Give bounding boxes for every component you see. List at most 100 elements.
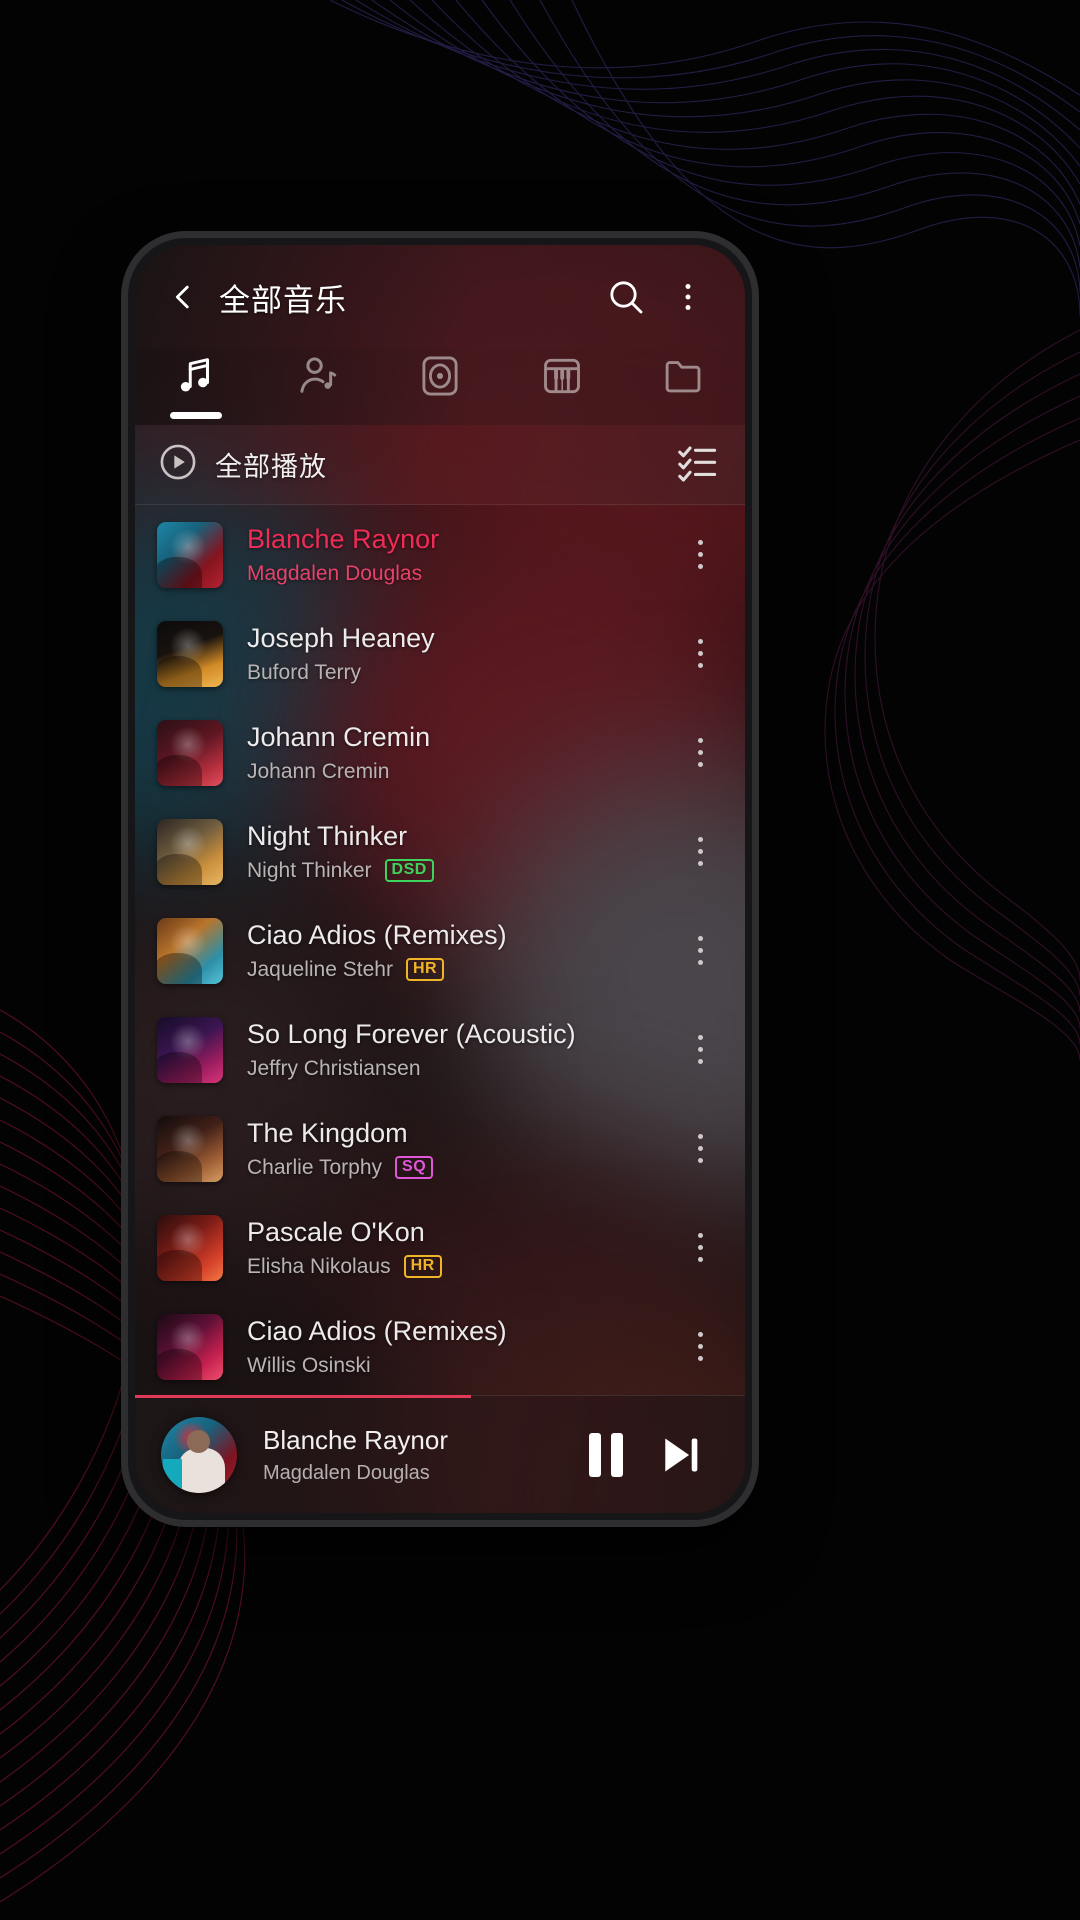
more-vertical-icon bbox=[697, 750, 703, 755]
album-artwork[interactable] bbox=[157, 521, 223, 588]
overflow-menu-button[interactable] bbox=[657, 266, 719, 328]
song-row[interactable]: Blanche Raynor Magdalen Douglas bbox=[135, 505, 745, 604]
song-overflow-button[interactable] bbox=[677, 1311, 723, 1383]
more-vertical-icon bbox=[697, 1257, 703, 1262]
song-meta: Ciao Adios (Remixes) Jaqueline Stehr HR bbox=[247, 920, 677, 982]
album-artwork[interactable] bbox=[157, 1313, 223, 1380]
song-row[interactable]: Ciao Adios (Remixes) Jaqueline Stehr HR bbox=[135, 901, 745, 1000]
song-subline: Jeffry Christiansen bbox=[247, 1057, 677, 1081]
more-vertical-icon bbox=[697, 936, 703, 941]
piano-keys-icon bbox=[539, 353, 585, 404]
song-row[interactable]: Johann Cremin Johann Cremin bbox=[135, 703, 745, 802]
more-vertical-icon bbox=[697, 1344, 703, 1349]
tab-songs[interactable] bbox=[135, 349, 257, 425]
more-vertical-icon bbox=[697, 1146, 703, 1151]
song-meta: Pascale O'Kon Elisha Nikolaus HR bbox=[247, 1217, 677, 1279]
more-vertical-icon bbox=[697, 552, 703, 557]
mini-player[interactable]: Blanche Raynor Magdalen Douglas bbox=[135, 1395, 745, 1513]
more-vertical-icon bbox=[697, 738, 703, 743]
more-vertical-icon bbox=[697, 1134, 703, 1139]
pause-button[interactable] bbox=[569, 1418, 643, 1492]
more-vertical-icon bbox=[697, 540, 703, 545]
tab-folders[interactable] bbox=[623, 349, 745, 425]
chevron-left-icon bbox=[175, 285, 189, 309]
song-meta: Blanche Raynor Magdalen Douglas bbox=[247, 524, 677, 586]
song-overflow-button[interactable] bbox=[677, 816, 723, 888]
song-meta: Johann Cremin Johann Cremin bbox=[247, 722, 677, 784]
song-title: Johann Cremin bbox=[247, 721, 431, 752]
song-subline: Elisha Nikolaus HR bbox=[247, 1255, 677, 1279]
back-button[interactable] bbox=[157, 271, 209, 323]
quality-badge: HR bbox=[405, 958, 445, 981]
mini-player-title: Blanche Raynor bbox=[263, 1424, 448, 1455]
more-vertical-icon bbox=[697, 564, 703, 569]
more-vertical-icon bbox=[697, 1233, 703, 1238]
song-title: The Kingdom bbox=[247, 1117, 408, 1148]
multi-select-button[interactable] bbox=[675, 440, 719, 489]
song-artist: Jeffry Christiansen bbox=[247, 1056, 421, 1080]
song-subline: Willis Osinski bbox=[247, 1354, 677, 1378]
album-artwork[interactable] bbox=[157, 620, 223, 687]
song-title: Night Thinker bbox=[247, 820, 408, 851]
song-artist: Elisha Nikolaus bbox=[247, 1254, 391, 1278]
more-vertical-icon bbox=[697, 948, 703, 953]
more-vertical-icon bbox=[697, 837, 703, 842]
song-row[interactable]: Pascale O'Kon Elisha Nikolaus HR bbox=[135, 1198, 745, 1297]
play-all-bar[interactable]: 全部播放 bbox=[135, 425, 745, 505]
song-row[interactable]: Joseph Heaney Buford Terry bbox=[135, 604, 745, 703]
mini-player-artwork[interactable] bbox=[161, 1416, 237, 1493]
song-overflow-button[interactable] bbox=[677, 1014, 723, 1086]
next-track-button[interactable] bbox=[643, 1418, 717, 1492]
more-vertical-icon bbox=[697, 1158, 703, 1163]
album-disc-icon bbox=[417, 353, 463, 404]
mini-player-artist: Magdalen Douglas bbox=[263, 1461, 430, 1484]
song-overflow-button[interactable] bbox=[677, 618, 723, 690]
song-overflow-button[interactable] bbox=[677, 1113, 723, 1185]
song-overflow-button[interactable] bbox=[677, 717, 723, 789]
song-artist: Willis Osinski bbox=[247, 1353, 371, 1377]
playback-progress-bar[interactable] bbox=[135, 1395, 471, 1398]
page-title: 全部音乐 bbox=[219, 282, 347, 318]
song-list[interactable]: Blanche Raynor Magdalen Douglas Joseph Hea… bbox=[135, 505, 745, 1395]
more-vertical-icon bbox=[697, 1047, 703, 1052]
album-artwork[interactable] bbox=[157, 719, 223, 786]
search-button[interactable] bbox=[595, 266, 657, 328]
play-all-label: 全部播放 bbox=[215, 452, 327, 482]
tab-artists[interactable] bbox=[257, 349, 379, 425]
more-vertical-icon bbox=[697, 1035, 703, 1040]
more-vertical-icon bbox=[697, 663, 703, 668]
song-artist: Night Thinker bbox=[247, 858, 372, 882]
more-vertical-icon bbox=[697, 1356, 703, 1361]
album-artwork[interactable] bbox=[157, 1016, 223, 1083]
artist-icon bbox=[295, 353, 341, 404]
tab-albums[interactable] bbox=[379, 349, 501, 425]
quality-badge: DSD bbox=[384, 859, 434, 882]
song-row[interactable]: Ciao Adios (Remixes) Willis Osinski bbox=[135, 1297, 745, 1395]
more-vertical-icon bbox=[697, 651, 703, 656]
song-overflow-button[interactable] bbox=[677, 915, 723, 987]
song-row[interactable]: The Kingdom Charlie Torphy SQ bbox=[135, 1099, 745, 1198]
song-overflow-button[interactable] bbox=[677, 1212, 723, 1284]
skip-next-icon bbox=[665, 1438, 698, 1471]
song-artist: Charlie Torphy bbox=[247, 1155, 383, 1179]
song-title: Ciao Adios (Remixes) bbox=[247, 919, 507, 950]
song-artist: Johann Cremin bbox=[247, 759, 390, 783]
album-artwork[interactable] bbox=[157, 818, 223, 885]
song-meta: Night Thinker Night Thinker DSD bbox=[247, 821, 677, 883]
song-title: Joseph Heaney bbox=[247, 622, 435, 653]
song-row[interactable]: Night Thinker Night Thinker DSD bbox=[135, 802, 745, 901]
song-subline: Charlie Torphy SQ bbox=[247, 1156, 677, 1180]
pause-icon bbox=[589, 1432, 623, 1477]
more-vertical-icon bbox=[697, 1245, 703, 1250]
tab-genres[interactable] bbox=[501, 349, 623, 425]
checklist-icon bbox=[678, 446, 717, 482]
album-artwork[interactable] bbox=[157, 917, 223, 984]
song-overflow-button[interactable] bbox=[677, 519, 723, 591]
quality-badge: HR bbox=[403, 1255, 442, 1278]
song-row[interactable]: So Long Forever (Acoustic) Jeffry Christi… bbox=[135, 1000, 745, 1099]
mini-player-meta: Blanche Raynor Magdalen Douglas bbox=[263, 1425, 569, 1485]
album-artwork[interactable] bbox=[157, 1214, 223, 1281]
music-app: 全部音乐 全部播放 Blanche Raynor Magdalen Dougla… bbox=[135, 245, 745, 1513]
phone-device-frame: 全部音乐 全部播放 Blanche Raynor Magdalen Dougla… bbox=[128, 238, 752, 1520]
album-artwork[interactable] bbox=[157, 1115, 223, 1182]
